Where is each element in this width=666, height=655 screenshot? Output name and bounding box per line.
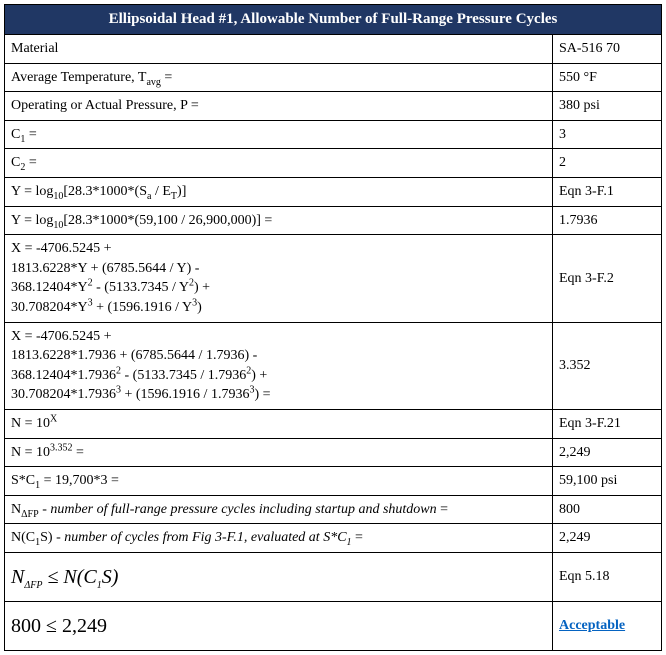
label-c1: C1 = [5,121,553,149]
label-nval: N = 103.352 = [5,439,553,467]
label-yval: Y = log10[28.3*1000*(59,100 / 26,900,000… [5,207,553,235]
value-yval: 1.7936 [553,207,661,235]
acceptable-link[interactable]: Acceptable [559,616,625,636]
row-ineqval: 800 ≤ 2,249 Acceptable [5,602,661,650]
value-c2: 2 [553,149,661,177]
row-ndef: N = 10X Eqn 3-F.21 [5,410,661,439]
label-ndfp: NΔFP - number of full-range pressure cyc… [5,496,553,524]
row-nval: N = 103.352 = 2,249 [5,439,661,468]
cycles-table: Ellipsoidal Head #1, Allowable Number of… [4,4,662,651]
row-yval: Y = log10[28.3*1000*(59,100 / 26,900,000… [5,207,661,236]
label-xval: X = -4706.5245 + 1813.6228*1.7936 + (678… [5,323,553,409]
value-nc1s: 2,249 [553,524,661,552]
value-xdef: Eqn 3-F.2 [553,235,661,321]
label-pressure: Operating or Actual Pressure, P = [5,92,553,120]
label-ydef: Y = log10[28.3*1000*(Sa / ET)] [5,178,553,206]
value-pressure: 380 psi [553,92,661,120]
row-pressure: Operating or Actual Pressure, P = 380 ps… [5,92,661,121]
value-tavg: 550 °F [553,64,661,92]
label-ineqdef: NΔFP ≤ N(C1S) [5,553,553,601]
row-tavg: Average Temperature, Tavg = 550 °F [5,64,661,93]
value-xval: 3.352 [553,323,661,409]
label-material: Material [5,35,553,63]
label-ineqval: 800 ≤ 2,249 [5,602,553,650]
value-sc1: 59,100 psi [553,467,661,495]
value-ineqval: Acceptable [553,602,661,650]
label-tavg: Average Temperature, Tavg = [5,64,553,92]
row-nc1s: N(C1S) - number of cycles from Fig 3-F.1… [5,524,661,553]
value-nval: 2,249 [553,439,661,467]
row-ydef: Y = log10[28.3*1000*(Sa / ET)] Eqn 3-F.1 [5,178,661,207]
value-ndef: Eqn 3-F.21 [553,410,661,438]
label-nc1s: N(C1S) - number of cycles from Fig 3-F.1… [5,524,553,552]
label-sc1: S*C1 = 19,700*3 = [5,467,553,495]
row-c2: C2 = 2 [5,149,661,178]
label-c2: C2 = [5,149,553,177]
value-c1: 3 [553,121,661,149]
value-ineqdef: Eqn 5.18 [553,553,661,601]
row-material: Material SA-516 70 [5,35,661,64]
row-sc1: S*C1 = 19,700*3 = 59,100 psi [5,467,661,496]
label-ndef: N = 10X [5,410,553,438]
row-ndfp: NΔFP - number of full-range pressure cyc… [5,496,661,525]
row-xval: X = -4706.5245 + 1813.6228*1.7936 + (678… [5,323,661,410]
value-ndfp: 800 [553,496,661,524]
row-xdef: X = -4706.5245 + 1813.6228*Y + (6785.564… [5,235,661,322]
row-c1: C1 = 3 [5,121,661,150]
value-ydef: Eqn 3-F.1 [553,178,661,206]
table-title: Ellipsoidal Head #1, Allowable Number of… [5,5,661,35]
row-ineqdef: NΔFP ≤ N(C1S) Eqn 5.18 [5,553,661,602]
label-xdef: X = -4706.5245 + 1813.6228*Y + (6785.564… [5,235,553,321]
value-material: SA-516 70 [553,35,661,63]
